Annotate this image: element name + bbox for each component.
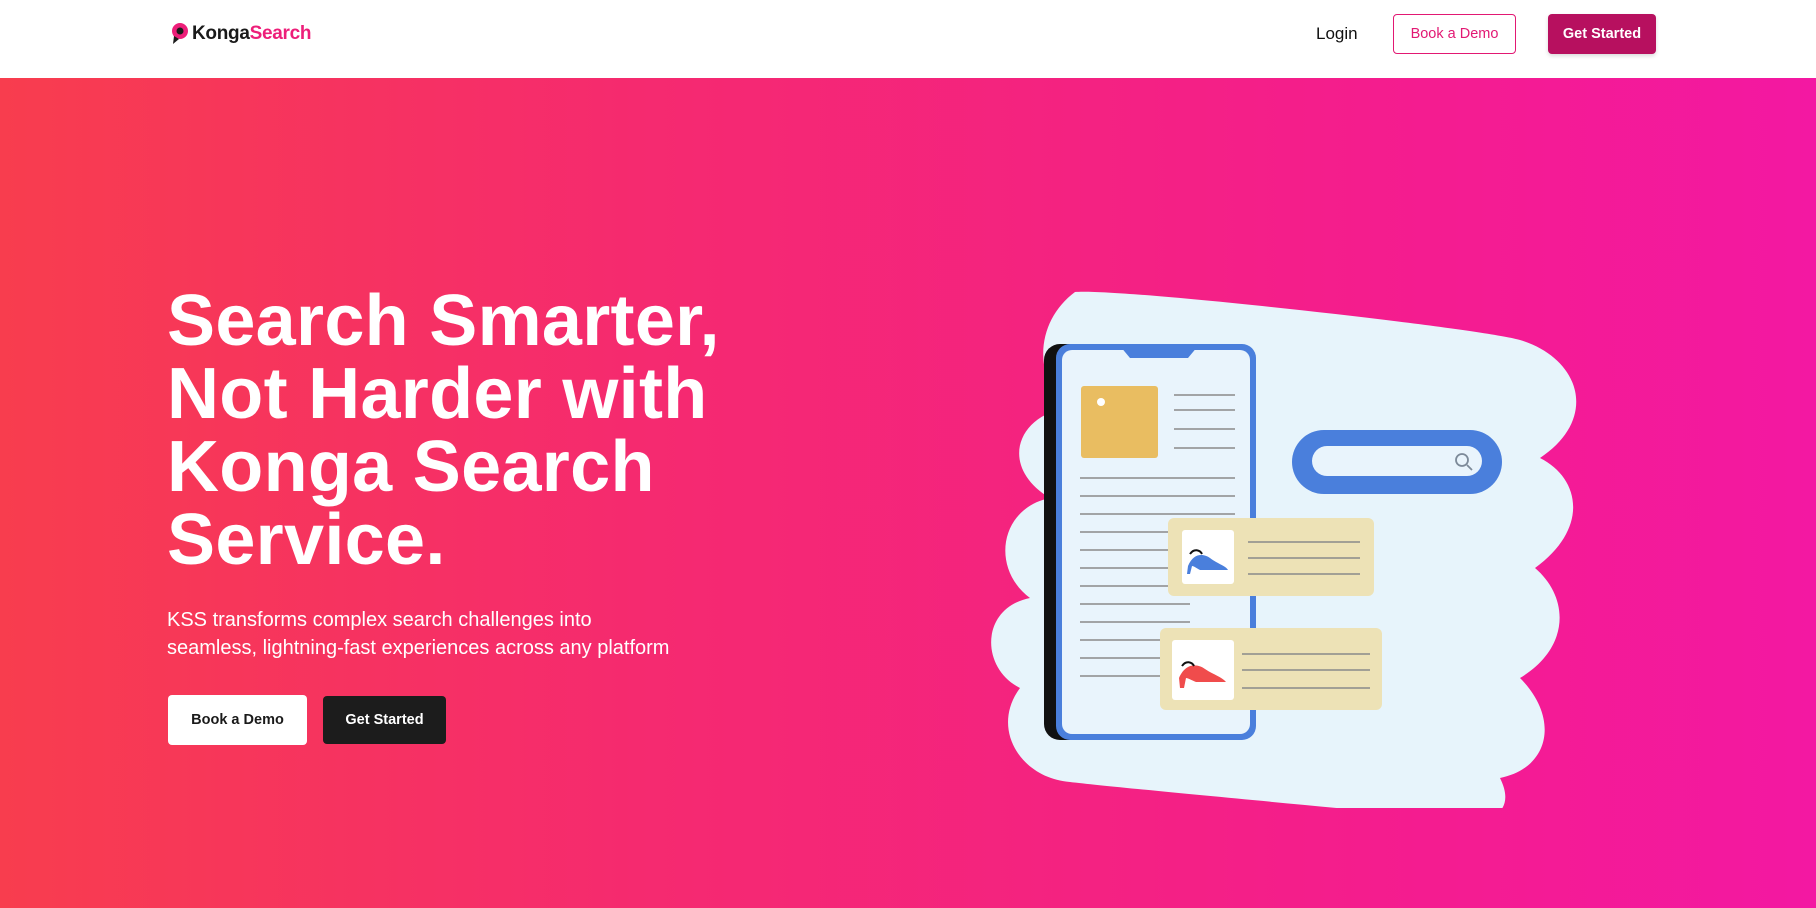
login-link[interactable]: Login (1316, 22, 1358, 46)
logo-text: Konga Search (192, 23, 311, 45)
nav-get-started-button[interactable]: Get Started (1548, 14, 1656, 54)
result-card-2 (1160, 628, 1382, 710)
hero-subtitle-line: KSS transforms complex search challenges… (167, 609, 592, 631)
hero-title-line: Konga Search (167, 427, 655, 507)
konga-search-logo[interactable]: Konga Search (170, 22, 311, 46)
hero-subtitle-line: seamless, lightning-fast experiences acr… (167, 637, 670, 659)
top-navbar: Konga Search Login Book a Demo Get Start… (0, 0, 1816, 78)
hero-title: Search Smarter, Not Harder with Konga Se… (167, 285, 787, 577)
logo-pin-icon (172, 23, 188, 44)
hero-title-line: Service. (167, 500, 446, 580)
logo-text-search: Search (249, 23, 312, 44)
hero-section: Search Smarter, Not Harder with Konga Se… (0, 78, 1816, 908)
hero-get-started-button[interactable]: Get Started (323, 696, 446, 744)
hero-subtitle: KSS transforms complex search challenges… (167, 606, 687, 662)
logo-text-konga: Konga (192, 23, 250, 44)
search-bar-illustration (1292, 430, 1502, 494)
hero-book-demo-button[interactable]: Book a Demo (168, 695, 307, 745)
hero-title-line: Not Harder with (167, 354, 708, 434)
hero-illustration (991, 291, 1577, 808)
nav-book-demo-button[interactable]: Book a Demo (1393, 14, 1516, 54)
hero-title-line: Search Smarter, (167, 281, 720, 361)
result-card-1 (1168, 518, 1374, 596)
